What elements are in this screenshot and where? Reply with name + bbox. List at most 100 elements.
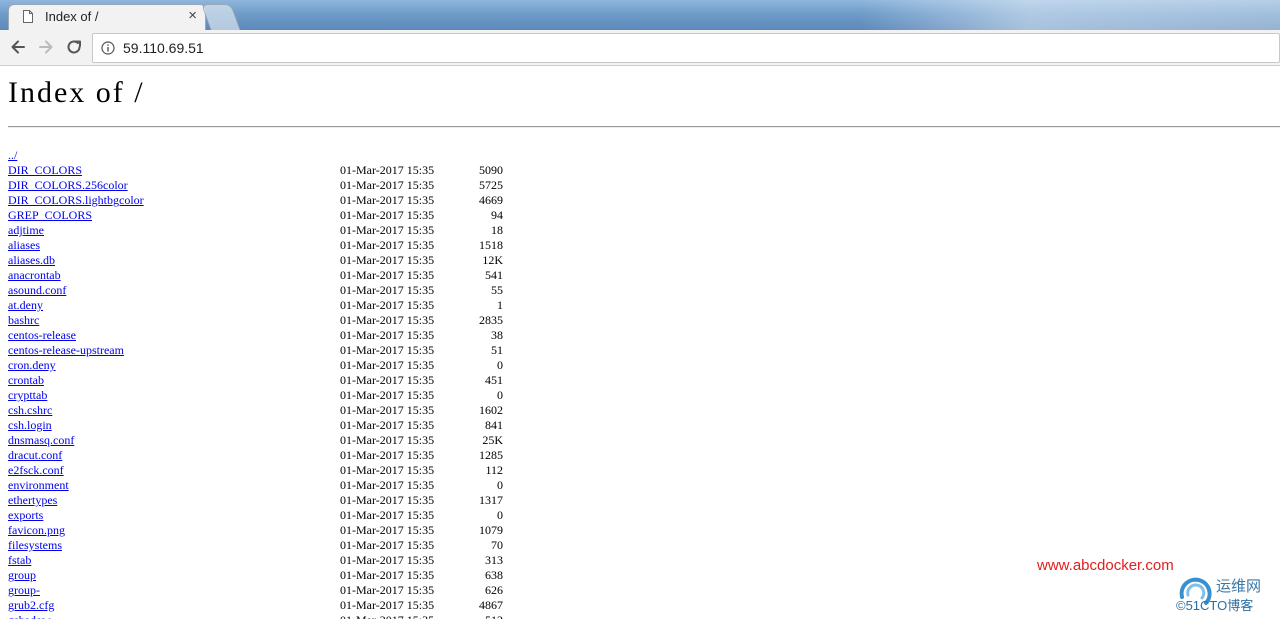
file-date: 01-Mar-2017 15:35 <box>340 388 435 402</box>
file-size: 1518 <box>479 238 503 252</box>
file-size: 0 <box>497 358 503 372</box>
file-size: 0 <box>497 478 503 492</box>
list-item: aliases.db 01-Mar-2017 15:35 12K <box>8 253 528 268</box>
tab-close-icon[interactable]: × <box>188 8 197 23</box>
file-link[interactable]: bashrc <box>8 313 39 328</box>
file-link[interactable]: centos-release <box>8 328 76 343</box>
address-bar[interactable]: 59.110.69.51 <box>92 33 1280 63</box>
url-text[interactable]: 59.110.69.51 <box>123 40 204 56</box>
file-link[interactable]: adjtime <box>8 223 44 238</box>
site-info-icon[interactable] <box>101 41 115 55</box>
file-link[interactable]: csh.login <box>8 418 52 433</box>
file-link[interactable]: DIR_COLORS <box>8 163 82 178</box>
file-size: 1285 <box>479 448 503 462</box>
file-date: 01-Mar-2017 15:35 <box>340 208 435 222</box>
file-link[interactable]: dracut.conf <box>8 448 62 463</box>
browser-toolbar: 59.110.69.51 <box>0 30 1280 66</box>
list-item: adjtime 01-Mar-2017 15:35 18 <box>8 223 528 238</box>
file-date: 01-Mar-2017 15:35 <box>340 403 435 417</box>
file-date: 01-Mar-2017 15:35 <box>340 448 435 462</box>
file-date: 01-Mar-2017 15:35 <box>340 538 435 552</box>
directory-listing: ../ DIR_COLORS 01-Mar-2017 15:35 5090 DIR_C… <box>8 148 528 619</box>
list-item: csh.cshrc 01-Mar-2017 15:35 1602 <box>8 403 528 418</box>
file-link[interactable]: gshadow <box>8 613 51 619</box>
file-link[interactable]: csh.cshrc <box>8 403 52 418</box>
list-item: cron.deny 01-Mar-2017 15:35 0 <box>8 358 528 373</box>
list-item: dracut.conf 01-Mar-2017 15:35 1285 <box>8 448 528 463</box>
file-date: 01-Mar-2017 15:35 <box>340 613 434 619</box>
file-link[interactable]: dnsmasq.conf <box>8 433 74 448</box>
list-item: filesystems 01-Mar-2017 15:35 70 <box>8 538 528 553</box>
file-link[interactable]: ethertypes <box>8 493 57 508</box>
file-link[interactable]: filesystems <box>8 538 62 553</box>
file-link[interactable]: group- <box>8 583 40 598</box>
file-size: 1317 <box>479 493 503 507</box>
file-size: 841 <box>485 418 503 432</box>
file-link[interactable]: anacrontab <box>8 268 61 283</box>
list-item: group- 01-Mar-2017 15:35 626 <box>8 583 528 598</box>
file-link[interactable]: cron.deny <box>8 358 56 373</box>
file-date: 01-Mar-2017 15:35 <box>340 598 435 612</box>
divider <box>8 126 1280 128</box>
file-size: 512 <box>448 613 503 619</box>
file-size: 4867 <box>479 598 503 612</box>
file-link[interactable]: e2fsck.conf <box>8 463 64 478</box>
file-link[interactable]: DIR_COLORS.lightbgcolor <box>8 193 144 208</box>
list-item: group 01-Mar-2017 15:35 638 <box>8 568 528 583</box>
forward-arrow-icon[interactable] <box>36 37 56 57</box>
list-item: exports 01-Mar-2017 15:35 0 <box>8 508 528 523</box>
file-size: 12K <box>482 253 503 267</box>
page-title: Index of / <box>8 76 145 109</box>
file-link[interactable]: asound.conf <box>8 283 66 298</box>
file-size: 1 <box>497 298 503 312</box>
file-link[interactable]: exports <box>8 508 43 523</box>
tab-active[interactable]: Index of / × <box>8 4 206 30</box>
file-link[interactable]: at.deny <box>8 298 43 313</box>
watermark-subbrand: ©51CTO博客 <box>1176 598 1254 613</box>
file-link[interactable]: favicon.png <box>8 523 65 538</box>
file-link[interactable]: fstab <box>8 553 31 568</box>
file-link[interactable]: environment <box>8 478 69 493</box>
file-link[interactable]: aliases.db <box>8 253 55 268</box>
list-item: crontab 01-Mar-2017 15:35 451 <box>8 373 528 388</box>
file-date: 01-Mar-2017 15:35 <box>340 163 435 177</box>
file-size: 638 <box>485 568 503 582</box>
list-item: aliases 01-Mar-2017 15:35 1518 <box>8 238 528 253</box>
file-date: 01-Mar-2017 15:35 <box>340 193 435 207</box>
file-date: 01-Mar-2017 15:35 <box>340 553 435 567</box>
tab-strip: Index of / × <box>0 0 1280 30</box>
file-size: 70 <box>491 538 503 552</box>
file-date: 01-Mar-2017 15:35 <box>340 238 435 252</box>
file-link[interactable]: centos-release-upstream <box>8 343 124 358</box>
file-link[interactable]: GREP_COLORS <box>8 208 92 223</box>
file-date: 01-Mar-2017 15:35 <box>340 493 435 507</box>
file-date: 01-Mar-2017 15:35 <box>340 463 435 477</box>
back-arrow-icon[interactable] <box>8 37 28 57</box>
parent-directory-link[interactable]: ../ <box>8 148 17 163</box>
file-link[interactable]: aliases <box>8 238 40 253</box>
file-size: 626 <box>485 583 503 597</box>
list-item: anacrontab 01-Mar-2017 15:35 541 <box>8 268 528 283</box>
reload-icon[interactable] <box>64 37 84 57</box>
list-item: ethertypes 01-Mar-2017 15:35 1317 <box>8 493 528 508</box>
file-date: 01-Mar-2017 15:35 <box>340 418 435 432</box>
file-size: 4669 <box>479 193 503 207</box>
page-content: Index of / ../ DIR_COLORS 01-Mar-2017 15:… <box>0 66 1280 619</box>
list-item: at.deny 01-Mar-2017 15:35 1 <box>8 298 528 313</box>
file-link[interactable]: group <box>8 568 36 583</box>
file-date: 01-Mar-2017 15:35 <box>340 268 435 282</box>
list-item: DIR_COLORS.lightbgcolor 01-Mar-2017 15:35… <box>8 193 528 208</box>
list-item: asound.conf 01-Mar-2017 15:35 55 <box>8 283 528 298</box>
file-date: 01-Mar-2017 15:35 <box>340 328 435 342</box>
file-date: 01-Mar-2017 15:35 <box>340 178 435 192</box>
file-size: 5725 <box>479 178 503 192</box>
file-size: 0 <box>497 388 503 402</box>
file-link[interactable]: crontab <box>8 373 44 388</box>
file-link[interactable]: crypttab <box>8 388 47 403</box>
list-item: environment 01-Mar-2017 15:35 0 <box>8 478 528 493</box>
list-item: gshadow 01-Mar-2017 15:35 512 <box>8 613 528 619</box>
file-link[interactable]: DIR_COLORS.256color <box>8 178 128 193</box>
new-tab-button[interactable] <box>201 4 241 30</box>
file-link[interactable]: grub2.cfg <box>8 598 54 613</box>
file-date: 01-Mar-2017 15:35 <box>340 373 435 387</box>
